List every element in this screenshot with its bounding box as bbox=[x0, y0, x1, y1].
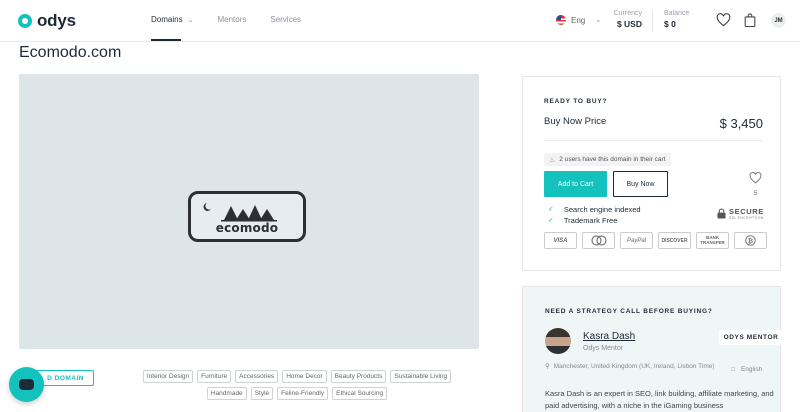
currency-label: Currency bbox=[613, 10, 642, 17]
tags-row-2: Handmade Style Feline-Friendly Ethical S… bbox=[127, 387, 467, 400]
mentor-location-text: Manchester, United Kingdom (UK, Ireland,… bbox=[553, 363, 715, 370]
mentor-language: □ English bbox=[731, 366, 762, 373]
chevron-down-icon: ⌄ bbox=[187, 17, 194, 24]
main-nav: Domains ⌄ Mentors Services bbox=[151, 15, 325, 24]
bank-transfer-icon: BANK TRANSFER bbox=[696, 232, 729, 249]
mentor-bio: Kasra Dash is an expert in SEO, link bui… bbox=[545, 389, 774, 410]
speech-bubble-icon: □ bbox=[731, 366, 735, 373]
tag-chip[interactable]: Furniture bbox=[197, 370, 232, 383]
check-icon: ✓ bbox=[548, 206, 554, 213]
tag-chip[interactable]: Ethical Sourcing bbox=[332, 387, 388, 400]
tag-chip[interactable]: Beauty Products bbox=[330, 370, 387, 383]
balance-value: $ 0 bbox=[664, 19, 676, 29]
nav-domains-label: Domains bbox=[151, 15, 183, 24]
secure-badge: SECURE SSL ENCRYPTION bbox=[717, 208, 764, 220]
balance-display[interactable]: Balance $ 0 bbox=[664, 10, 689, 29]
nav-domains[interactable]: Domains ⌄ bbox=[151, 15, 193, 24]
location-pin-icon: ⚲ bbox=[545, 363, 550, 370]
tag-chip[interactable]: Interior Design bbox=[142, 370, 194, 383]
cart-watchers-note: ♨ 2 users have this domain in their cart bbox=[544, 153, 671, 166]
divider bbox=[544, 140, 763, 141]
buy-now-price: $ 3,450 bbox=[719, 116, 763, 131]
favorites-count: 5 bbox=[753, 190, 758, 197]
mentor-language-text: English bbox=[740, 366, 763, 373]
feature-label: Trademark Free bbox=[563, 216, 618, 225]
tags-row-1: Interior Design Furniture Accessories Ho… bbox=[127, 370, 467, 383]
balance-label: Balance bbox=[664, 10, 690, 17]
heart-icon bbox=[749, 172, 762, 184]
buy-now-price-label: Buy Now Price bbox=[544, 116, 607, 127]
tag-chip[interactable]: Handmade bbox=[206, 387, 247, 400]
buy-card: READY TO BUY? Buy Now Price $ 3,450 ♨ 2 … bbox=[522, 76, 781, 271]
bitcoin-icon: ₿ bbox=[734, 232, 767, 249]
tag-chip[interactable]: Feline-Friendly bbox=[277, 387, 329, 400]
buy-now-button[interactable]: Buy Now bbox=[613, 171, 668, 197]
lock-icon bbox=[717, 208, 726, 219]
mentor-location: ⚲ Manchester, United Kingdom (UK, Irelan… bbox=[545, 363, 715, 372]
user-avatar[interactable]: JM bbox=[771, 13, 786, 28]
mentor-card-eyebrow: NEED A STRATEGY CALL BEFORE BUYING? bbox=[545, 308, 713, 315]
cart-icon[interactable] bbox=[744, 13, 756, 33]
header-divider bbox=[652, 10, 653, 32]
odys-logo-icon bbox=[18, 14, 32, 28]
svg-text:₿: ₿ bbox=[748, 237, 753, 245]
secure-sublabel: SSL ENCRYPTION bbox=[729, 215, 764, 220]
currency-selector[interactable]: Currency $ USD bbox=[606, 10, 642, 29]
brand-name: odys bbox=[37, 11, 76, 30]
chevron-down-icon: ⌄ bbox=[595, 17, 602, 24]
currency-value: $ USD bbox=[616, 19, 642, 29]
tag-chip[interactable]: Sustainable Living bbox=[390, 370, 452, 383]
domain-features: ✓ Search engine indexed ✓ Trademark Free bbox=[548, 205, 641, 227]
mentor-name-link[interactable]: Kasra Dash bbox=[583, 331, 635, 342]
feature-item: ✓ Trademark Free bbox=[548, 216, 641, 225]
secure-label: SECURE bbox=[729, 207, 764, 216]
mastercard-icon bbox=[582, 232, 615, 249]
feature-label: Search engine indexed bbox=[563, 205, 641, 214]
brand-logo[interactable]: odys bbox=[18, 11, 76, 31]
tag-chip[interactable]: Home Decor bbox=[282, 370, 327, 383]
page: odys Domains ⌄ Mentors Services Eng ⌄ Cur… bbox=[0, 0, 800, 412]
language-label: Eng bbox=[571, 15, 586, 25]
top-nav-bar: odys Domains ⌄ Mentors Services Eng ⌄ Cur… bbox=[0, 0, 800, 42]
discover-icon: DISCOVER bbox=[658, 232, 691, 249]
us-flag-icon bbox=[556, 15, 566, 25]
chat-icon bbox=[19, 379, 34, 390]
nav-services[interactable]: Services bbox=[270, 15, 301, 24]
tag-chip[interactable]: Accessories bbox=[235, 370, 279, 383]
tag-chip[interactable]: Style bbox=[250, 387, 274, 400]
mentor-role: Odys Mentor bbox=[583, 345, 624, 352]
active-nav-indicator bbox=[151, 39, 181, 41]
mentor-badge: ODYS MENTOR bbox=[719, 330, 783, 345]
buy-card-eyebrow: READY TO BUY? bbox=[544, 98, 608, 105]
domain-logo-text: ecomodo bbox=[215, 221, 279, 235]
favorite-button[interactable]: 5 bbox=[749, 171, 762, 197]
moon-trees-icon bbox=[203, 203, 277, 222]
payment-methods: VISA PayPal DISCOVER BANK TRANSFER ₿ bbox=[544, 232, 767, 249]
flame-icon: ♨ bbox=[549, 156, 556, 164]
domain-tags: Interior Design Furniture Accessories Ho… bbox=[127, 370, 467, 400]
add-to-cart-button[interactable]: Add to Cart bbox=[544, 171, 607, 197]
heart-icon[interactable] bbox=[716, 13, 731, 32]
language-selector[interactable]: Eng ⌄ bbox=[556, 15, 601, 25]
paypal-icon: PayPal bbox=[620, 232, 653, 249]
mentor-card: NEED A STRATEGY CALL BEFORE BUYING? Kasr… bbox=[522, 286, 783, 412]
visa-icon: VISA bbox=[544, 232, 577, 249]
mentor-avatar[interactable] bbox=[545, 328, 571, 354]
cart-watchers-text: 2 users have this domain in their cart bbox=[559, 156, 666, 163]
feature-item: ✓ Search engine indexed bbox=[548, 205, 641, 214]
nav-mentors[interactable]: Mentors bbox=[217, 15, 246, 24]
check-icon: ✓ bbox=[548, 217, 554, 224]
domain-title: Ecomodo.com bbox=[19, 44, 122, 61]
domain-logo: ecomodo bbox=[188, 191, 306, 242]
chat-launcher-button[interactable] bbox=[9, 367, 44, 402]
